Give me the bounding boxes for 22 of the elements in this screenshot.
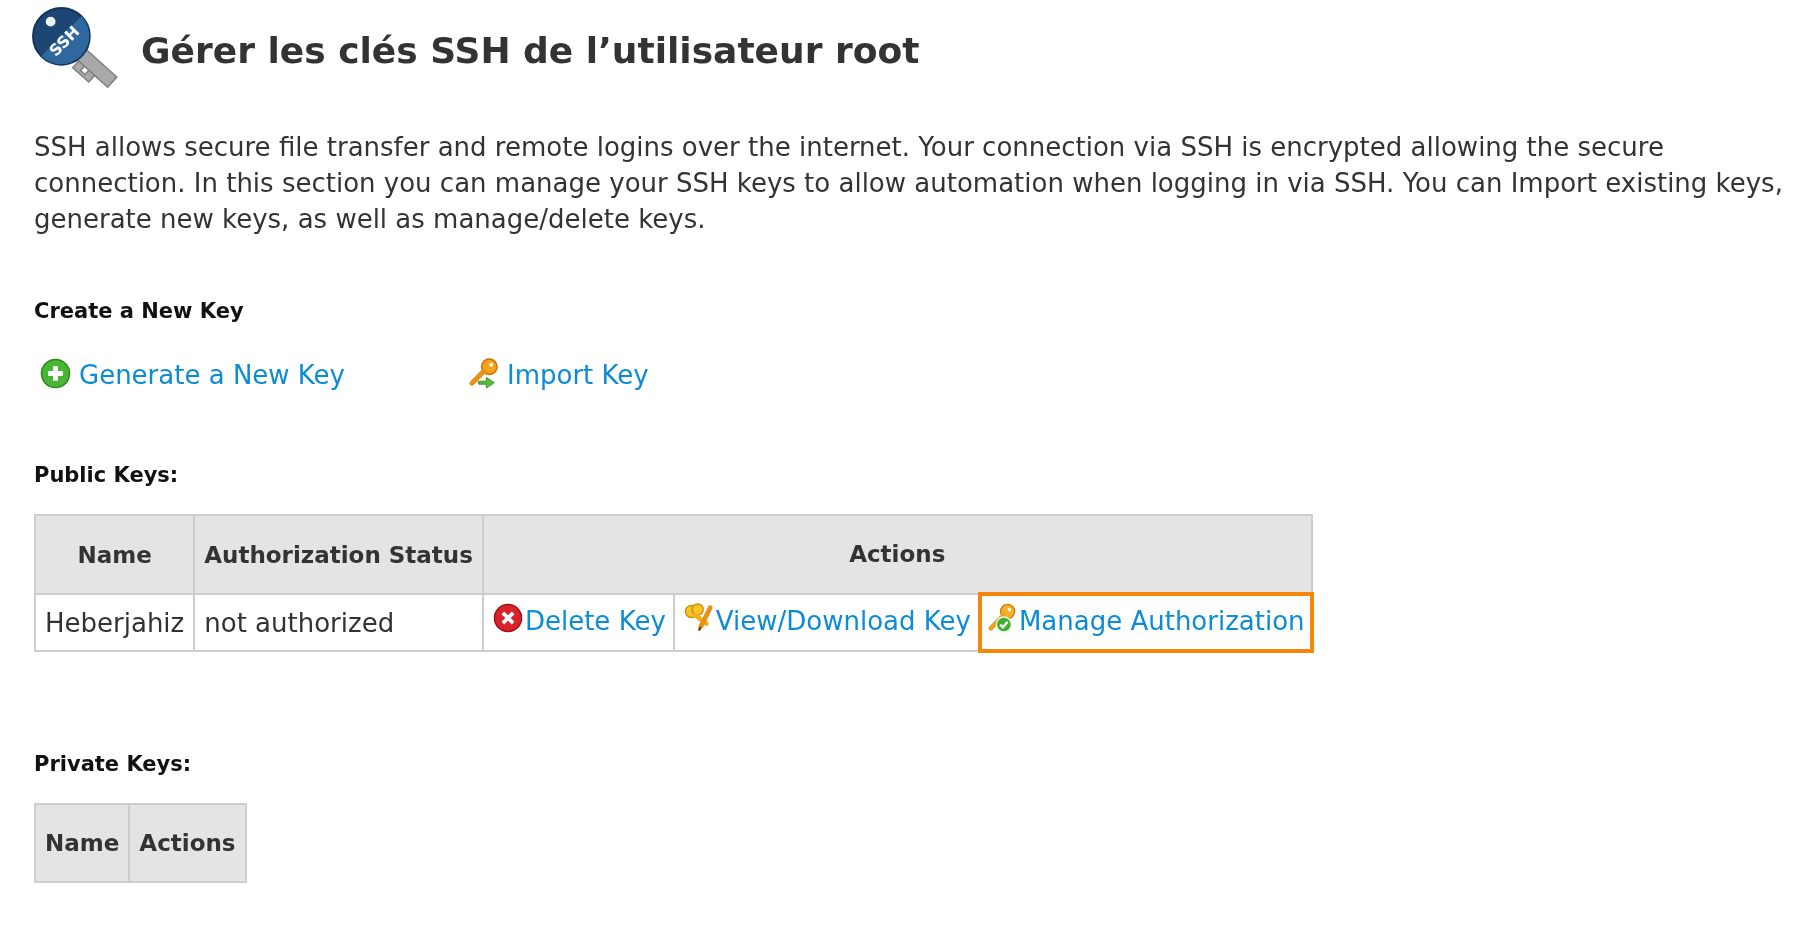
section-heading: Public Keys: (34, 462, 179, 489)
import-key-link[interactable]: Import Key (468, 360, 649, 392)
section-heading: Create a New Key (34, 298, 244, 325)
key-pencil-icon (683, 603, 714, 634)
intro-paragraph: SSH allows secure file transfer and remote logins over the internet. Your connection via SSH is encrypted allowing the secure connection. In this section you can manage your SSH keys to allow automation when logging in via SSH. You can Import existing keys, generate new keys, as well as manage/delete keys. (34, 131, 1784, 236)
view-download-link[interactable]: View/Download Key (683, 605, 971, 637)
page-title: Gérer les clés SSH de l’utilisateur root (141, 29, 920, 71)
key-check-icon (986, 603, 1017, 634)
key-arrow-icon (468, 357, 499, 389)
column-header: Actions (482, 515, 1312, 594)
generate-key-link[interactable]: Generate a New Key (40, 360, 345, 392)
table-cell: Heberjahiz (35, 594, 195, 651)
plus-circle-icon (40, 357, 71, 389)
section-heading: Private Keys: (34, 751, 192, 778)
column-header: Authorization Status (194, 515, 483, 594)
delete-key-link[interactable]: Delete Key (492, 605, 666, 637)
column-header: Actions (129, 804, 246, 882)
manage-authorization-link[interactable]: Manage Authorization (986, 605, 1305, 637)
column-header: Name (35, 804, 130, 882)
column-header: Name (35, 515, 195, 594)
table-cell: not authorized (194, 594, 483, 651)
x-circle-icon (492, 603, 523, 634)
